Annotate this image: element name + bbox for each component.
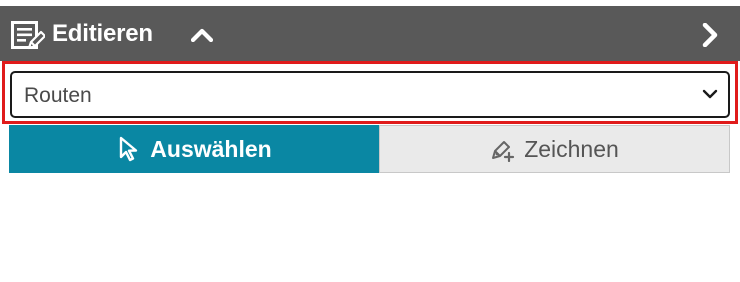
chevron-up-icon [191,28,213,42]
layer-select-value: Routen [24,84,92,107]
edit-form-icon [11,21,47,51]
edit-panel-header: Editieren [0,6,740,61]
edit-mode-toggle: Auswählen Zeichnen [9,125,730,173]
draw-pen-plus-icon [490,136,516,162]
draw-mode-button[interactable]: Zeichnen [379,125,730,173]
layer-select-dropdown[interactable]: Routen [10,71,730,118]
select-mode-label: Auswählen [150,135,272,162]
next-panel-button[interactable] [692,16,728,52]
draw-mode-label: Zeichnen [524,135,619,162]
chevron-down-icon [702,89,718,99]
panel-title: Editieren [52,20,153,47]
select-mode-button[interactable]: Auswählen [9,125,379,173]
chevron-right-icon [702,23,718,47]
cursor-arrow-icon [116,136,142,162]
collapse-button[interactable] [184,18,220,50]
